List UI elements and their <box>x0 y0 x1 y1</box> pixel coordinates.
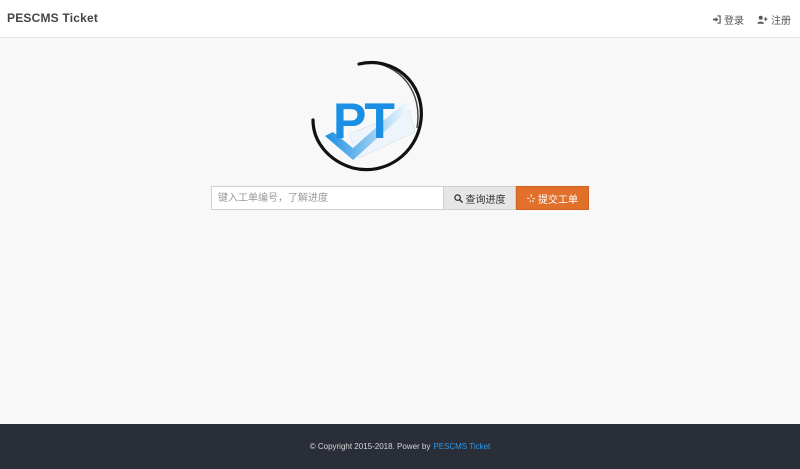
login-link[interactable]: 登录 <box>712 12 744 27</box>
pt-logo: PT <box>311 61 423 172</box>
submit-ticket-button[interactable]: 提交工单 <box>516 186 589 210</box>
query-progress-button[interactable]: 查询进度 <box>443 186 516 210</box>
ticket-number-input[interactable] <box>211 186 443 210</box>
brand-title[interactable]: PESCMS Ticket <box>7 11 98 25</box>
page-footer: © Copyright 2015-2018. Power by PESCMS T… <box>0 424 800 469</box>
submit-ticket-label: 提交工单 <box>538 194 578 206</box>
search-icon <box>453 193 463 203</box>
yelp-icon <box>527 194 535 202</box>
footer-pescms-link[interactable]: PESCMS Ticket <box>433 442 490 451</box>
logo-text: PT <box>333 93 394 149</box>
ticket-search-form: 查询进度 提交工单 <box>211 186 589 210</box>
register-label: 注册 <box>771 15 791 27</box>
login-label: 登录 <box>724 15 744 27</box>
query-progress-label: 查询进度 <box>465 194 506 206</box>
copyright-text: © Copyright 2015-2018. Power by <box>309 442 431 451</box>
top-navbar: PESCMS Ticket 登录 注册 <box>0 0 800 38</box>
sign-in-icon <box>712 14 721 24</box>
register-link[interactable]: 注册 <box>757 12 791 27</box>
user-plus-icon <box>757 15 768 24</box>
